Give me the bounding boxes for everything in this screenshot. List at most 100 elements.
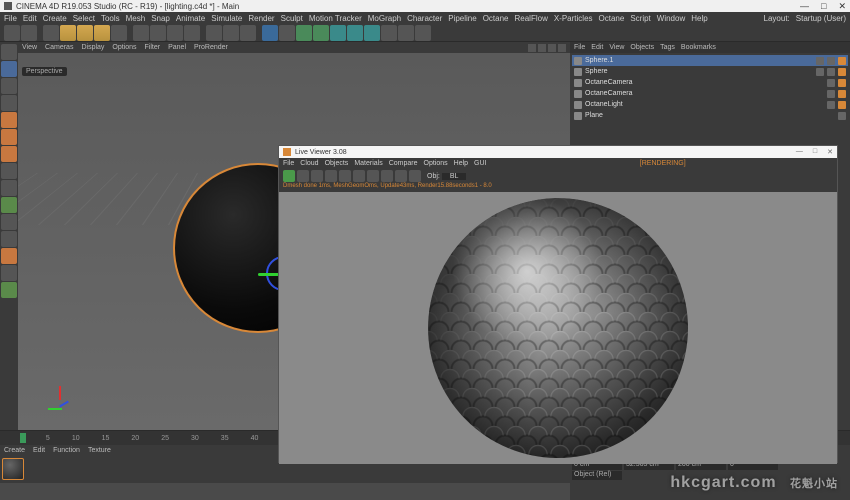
om-menu-tags[interactable]: Tags <box>660 44 675 51</box>
lv-camera-button[interactable] <box>367 170 379 182</box>
menu-window[interactable]: Window <box>657 14 685 23</box>
move-tool[interactable] <box>60 25 76 41</box>
menu-realflow[interactable]: RealFlow <box>515 14 548 23</box>
lv-start-render-button[interactable] <box>283 170 295 182</box>
menu-pipeline[interactable]: Pipeline <box>448 14 476 23</box>
object-item-sphere[interactable]: Sphere <box>572 66 848 77</box>
render-picture-button[interactable] <box>223 25 239 41</box>
object-item-sphere1[interactable]: Sphere.1 <box>572 55 848 66</box>
mat-menu-create[interactable]: Create <box>4 447 25 454</box>
menu-octane[interactable]: Octane <box>483 14 509 23</box>
menu-help[interactable]: Help <box>691 14 707 23</box>
material-tag[interactable] <box>827 57 835 65</box>
lv-menu-file[interactable]: File <box>283 160 294 167</box>
lv-obj-dropdown[interactable]: BL <box>442 173 467 180</box>
menu-edit[interactable]: Edit <box>23 14 37 23</box>
lv-menu-objects[interactable]: Objects <box>325 160 349 167</box>
object-item-light[interactable]: OctaneLight <box>572 99 848 110</box>
menu-file[interactable]: File <box>4 14 17 23</box>
vp-menu-panel[interactable]: Panel <box>168 44 186 51</box>
vp-nav-3[interactable] <box>548 44 556 52</box>
environment-button[interactable] <box>330 25 346 41</box>
lv-settings-button[interactable] <box>339 170 351 182</box>
render-view-button[interactable] <box>206 25 222 41</box>
vp-menu-cameras[interactable]: Cameras <box>45 44 73 51</box>
menu-create[interactable]: Create <box>43 14 67 23</box>
layout-dropdown[interactable]: Startup (User) <box>796 14 846 23</box>
edge-mode[interactable] <box>1 129 17 145</box>
texture-mode[interactable] <box>1 78 17 94</box>
menu-snap[interactable]: Snap <box>151 14 170 23</box>
menu-select[interactable]: Select <box>73 14 95 23</box>
plugin-btn-1[interactable] <box>398 25 414 41</box>
vp-nav-4[interactable] <box>558 44 566 52</box>
octane-button[interactable] <box>381 25 397 41</box>
undo-button[interactable] <box>4 25 20 41</box>
material-tag[interactable] <box>827 68 835 76</box>
lv-menu-options[interactable]: Options <box>424 160 448 167</box>
lv-maximize-button[interactable]: □ <box>813 148 817 156</box>
om-menu-file[interactable]: File <box>574 44 585 51</box>
render-settings-button[interactable] <box>240 25 256 41</box>
lv-stop-button[interactable] <box>325 170 337 182</box>
polygon-mode[interactable] <box>1 146 17 162</box>
lv-menu-gui[interactable]: GUI <box>474 160 486 167</box>
lv-focus-button[interactable] <box>409 170 421 182</box>
last-tool[interactable] <box>111 25 127 41</box>
vis-tag[interactable] <box>838 112 846 120</box>
lv-lock-button[interactable] <box>353 170 365 182</box>
vp-menu-filter[interactable]: Filter <box>145 44 161 51</box>
vp-menu-options[interactable]: Options <box>112 44 136 51</box>
deformer-button[interactable] <box>313 25 329 41</box>
lv-minimize-button[interactable]: — <box>796 148 803 156</box>
viewport-solo[interactable] <box>1 180 17 196</box>
vp-menu-view[interactable]: View <box>22 44 37 51</box>
mat-menu-function[interactable]: Function <box>53 447 80 454</box>
locked-workplane[interactable] <box>1 214 17 230</box>
lv-close-button[interactable]: ✕ <box>827 148 833 156</box>
primitive-button[interactable] <box>262 25 278 41</box>
menu-sculpt[interactable]: Sculpt <box>281 14 303 23</box>
octane-tag[interactable] <box>838 101 846 109</box>
menu-character[interactable]: Character <box>407 14 442 23</box>
vp-menu-prorender[interactable]: ProRender <box>194 44 228 51</box>
lv-menu-compare[interactable]: Compare <box>389 160 418 167</box>
workplane-mode[interactable] <box>1 95 17 111</box>
mat-menu-texture[interactable]: Texture <box>88 447 111 454</box>
lv-menu-help[interactable]: Help <box>454 160 468 167</box>
vis-tag[interactable] <box>816 57 824 65</box>
spline-button[interactable] <box>279 25 295 41</box>
live-viewer-window[interactable]: Live Viewer 3.08 — □ ✕ File Cloud Object… <box>278 145 838 463</box>
live-viewer-canvas[interactable] <box>279 192 837 464</box>
object-item-plane[interactable]: Plane <box>572 110 848 121</box>
snap-toggle[interactable] <box>1 197 17 213</box>
vis-tag[interactable] <box>827 101 835 109</box>
vp-nav-1[interactable] <box>528 44 536 52</box>
enable-axis[interactable] <box>1 163 17 179</box>
model-mode[interactable] <box>1 44 17 60</box>
coord-system-button[interactable] <box>184 25 200 41</box>
lv-region-button[interactable] <box>381 170 393 182</box>
scale-tool[interactable] <box>77 25 93 41</box>
menu-script[interactable]: Script <box>630 14 650 23</box>
object-item-camera2[interactable]: OctaneCamera <box>572 88 848 99</box>
menu-xparticles[interactable]: X-Particles <box>554 14 593 23</box>
octane-tag[interactable] <box>838 68 846 76</box>
extra-mode-1[interactable] <box>1 248 17 264</box>
menu-octane2[interactable]: Octane <box>599 14 625 23</box>
generator-button[interactable] <box>296 25 312 41</box>
menu-mograph[interactable]: MoGraph <box>368 14 401 23</box>
minimize-button[interactable]: — <box>800 1 809 12</box>
camera-button[interactable] <box>347 25 363 41</box>
menu-tools[interactable]: Tools <box>101 14 120 23</box>
select-tool[interactable] <box>43 25 59 41</box>
lv-pick-button[interactable] <box>395 170 407 182</box>
vp-nav-2[interactable] <box>538 44 546 52</box>
live-viewer-titlebar[interactable]: Live Viewer 3.08 — □ ✕ <box>279 146 837 158</box>
plugin-btn-2[interactable] <box>415 25 431 41</box>
z-axis-button[interactable] <box>167 25 183 41</box>
menu-motion-tracker[interactable]: Motion Tracker <box>309 14 362 23</box>
object-mode[interactable] <box>1 61 17 77</box>
extra-mode-2[interactable] <box>1 265 17 281</box>
lv-restart-button[interactable] <box>297 170 309 182</box>
